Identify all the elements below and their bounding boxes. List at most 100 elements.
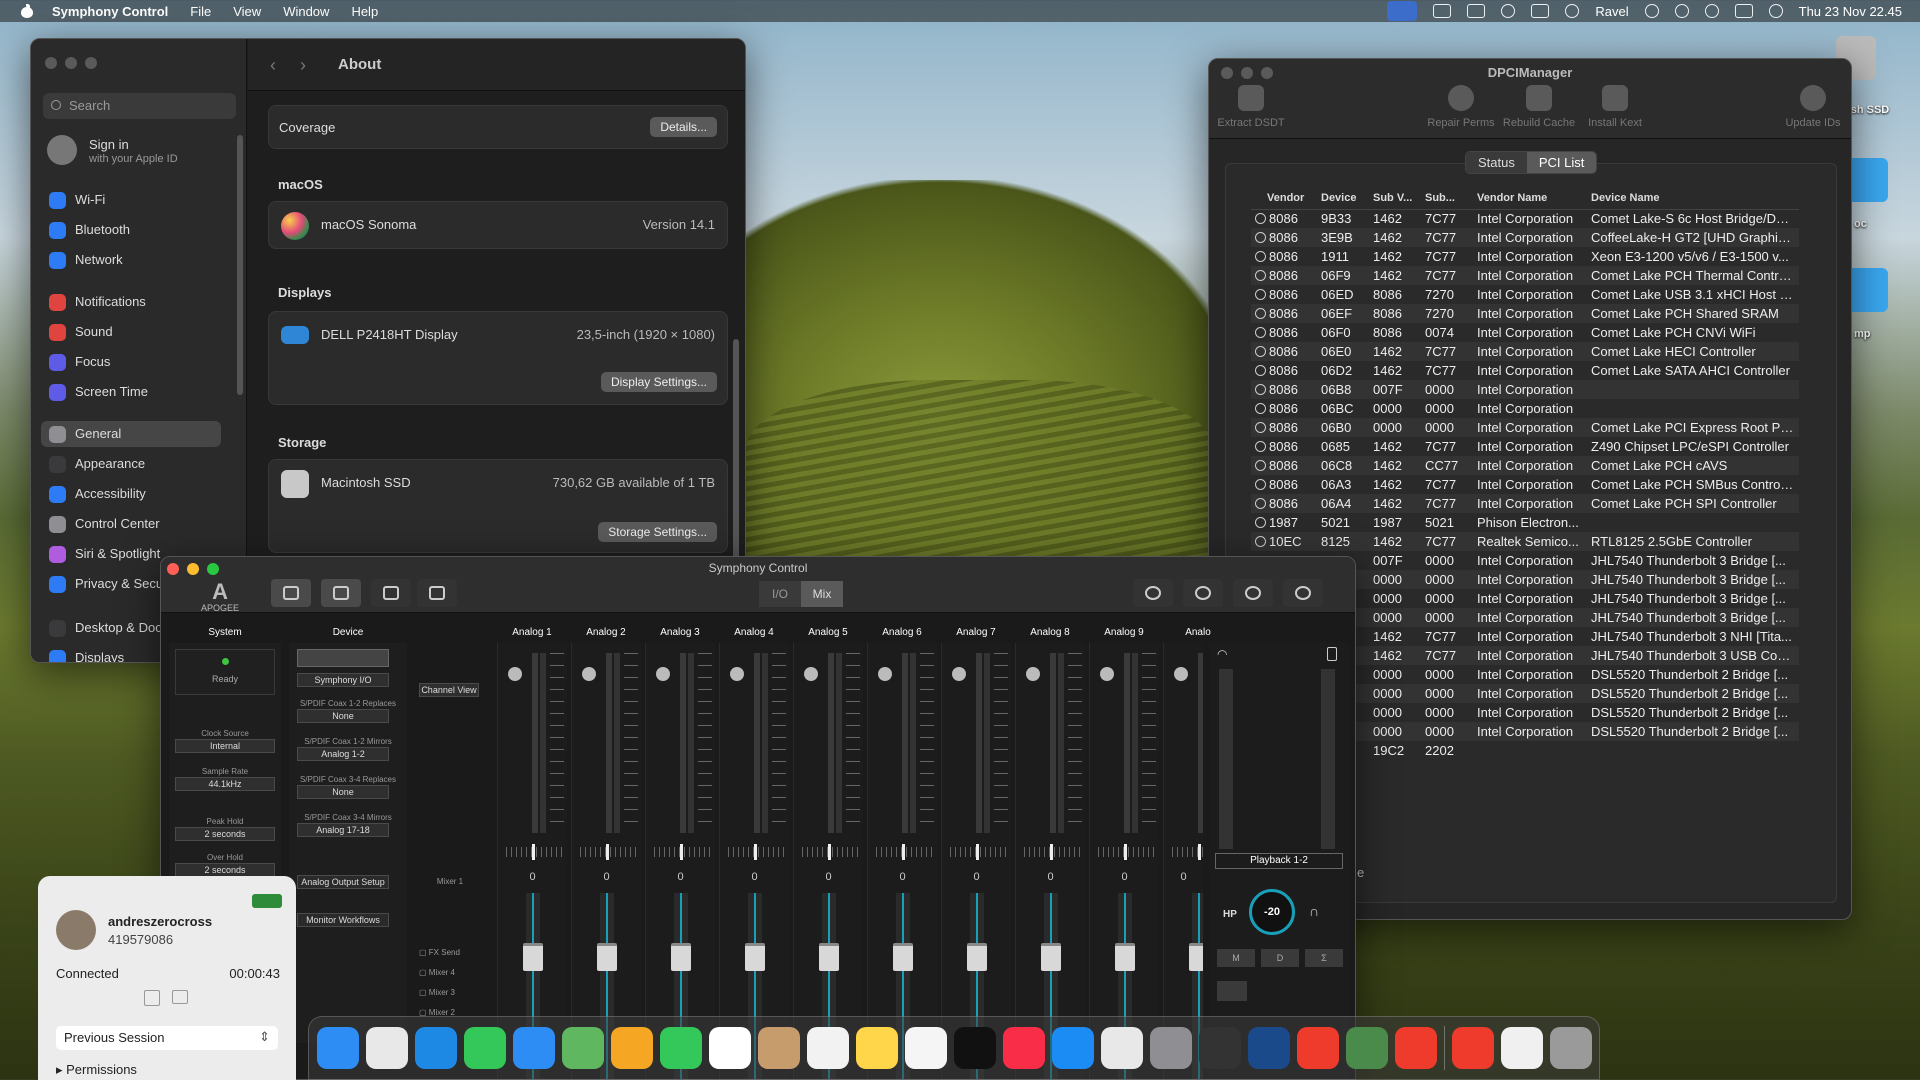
music-icon[interactable] [1003,1027,1045,1069]
sidebar-icon[interactable] [1467,4,1486,18]
sidebar-item-accessibility[interactable]: Accessibility [41,481,221,507]
extract-dsdt-button[interactable]: Extract DSDT [1211,85,1291,129]
folder-icon[interactable] [1848,268,1888,312]
messages-icon[interactable] [464,1027,506,1069]
cast-icon[interactable] [1531,4,1550,18]
device-view-button[interactable] [321,579,361,607]
table-row[interactable]: 8086 06F0 8086 0074 Intel Corporation Comet L… [1251,323,1799,342]
chat-icon[interactable] [172,990,188,1004]
wifi-icon[interactable] [1674,4,1689,18]
table-row[interactable]: 8086 06A4 1462 7C77 Intel Corporation Comet L… [1251,494,1799,513]
pan-slider[interactable] [950,844,1006,860]
table-row[interactable]: 8086 06C8 1462 CC77 Intel Corporation Comet L… [1251,456,1799,475]
document-icon[interactable] [1501,1027,1543,1069]
gain-knob-icon[interactable] [878,667,892,681]
window-controls[interactable] [45,57,97,69]
monitor-workflows-button[interactable]: Monitor Workflows [297,913,389,927]
pan-slider[interactable] [580,844,636,860]
mix-button[interactable]: Mix [801,581,843,607]
menu-clock[interactable]: Thu 23 Nov 22.45 [1799,4,1902,19]
table-row[interactable]: 8086 06D2 1462 7C77 Intel Corporation Comet L… [1251,361,1799,380]
tab-status[interactable]: Status [1466,152,1527,173]
speaker-button[interactable] [1233,579,1273,607]
permissions-disclosure[interactable]: ▸ Permissions [56,1062,137,1078]
analog-output-setup-button[interactable]: Analog Output Setup [297,875,389,889]
fader-cap[interactable] [597,943,617,971]
hp-volume-knob[interactable]: -20 [1249,889,1295,935]
menu-help[interactable]: Help [351,4,378,19]
file-transfer-icon[interactable] [144,990,160,1006]
channel-view-button[interactable]: Channel View [419,683,479,697]
menu-user[interactable]: Ravel [1595,4,1628,19]
repair-perms-button[interactable]: Repair Perms [1421,85,1501,129]
forward-chevron-icon[interactable]: › [300,55,306,76]
sidebar-item-notifications[interactable]: Notifications [41,289,221,315]
photos-icon[interactable] [611,1027,653,1069]
mute-button[interactable]: M [1217,949,1255,967]
table-row[interactable]: 8086 06B8 007F 0000 Intel Corporation [1251,380,1799,399]
gain-knob-icon[interactable] [730,667,744,681]
pci-column-header[interactable]: Device [1317,187,1369,210]
pci-column-header[interactable]: Vendor Name [1473,187,1587,210]
help-button[interactable] [1283,579,1323,607]
pan-slider[interactable] [506,844,562,860]
pci-column-header[interactable]: Device Name [1587,187,1799,210]
settings-search-input[interactable]: Search [43,93,236,119]
details-button[interactable]: Details... [650,117,717,137]
maps-icon[interactable] [562,1027,604,1069]
apple-icon[interactable] [20,4,34,18]
app-store-icon[interactable] [1052,1027,1094,1069]
facetime-icon[interactable] [660,1027,702,1069]
rebuild-cache-button[interactable]: Rebuild Cache [1499,85,1579,129]
system-settings-icon[interactable] [1150,1027,1192,1069]
xcode-icon[interactable] [1248,1027,1290,1069]
apple-tv-icon[interactable] [954,1027,996,1069]
sidebar-item-wi-fi[interactable]: Wi-Fi [41,187,221,213]
fader-cap[interactable] [967,943,987,971]
table-row[interactable]: 8086 9B33 1462 7C77 Intel Corporation Comet L… [1251,209,1799,228]
table-row[interactable]: 10EC 8125 1462 7C77 Realtek Semico... RTL8125… [1251,532,1799,551]
anydesk-alt-icon[interactable] [1395,1027,1437,1069]
fader-cap[interactable] [893,943,913,971]
activity-icon[interactable] [1433,4,1452,18]
volume-icon[interactable] [1565,4,1580,18]
contacts-icon[interactable] [758,1027,800,1069]
dpcimanager-icon[interactable] [1346,1027,1388,1069]
gain-knob-icon[interactable] [1174,667,1188,681]
over-hold-select[interactable]: 2 seconds [175,863,275,877]
pan-slider[interactable] [1172,844,1203,860]
clock-source-select[interactable]: Internal [175,739,275,753]
table-row[interactable]: 8086 06A3 1462 7C77 Intel Corporation Comet L… [1251,475,1799,494]
folder-icon[interactable] [1848,158,1888,202]
table-row[interactable]: 8086 06F9 1462 7C77 Intel Corporation Comet L… [1251,266,1799,285]
launchpad-icon[interactable] [366,1027,408,1069]
gain-knob-icon[interactable] [582,667,596,681]
update-ids-button[interactable]: Update IDs [1773,85,1851,129]
spdif3-select[interactable]: None [297,785,389,799]
safari-icon[interactable] [415,1027,457,1069]
siri-icon[interactable] [1768,4,1783,18]
io-button[interactable]: I/O [759,581,801,607]
chrome-icon[interactable] [1101,1027,1143,1069]
table-row[interactable]: 8086 06E0 1462 7C77 Intel Corporation Comet L… [1251,342,1799,361]
symphony-control-icon[interactable] [1199,1027,1241,1069]
storage-settings-button[interactable]: Storage Settings... [598,522,717,542]
send-mixer4[interactable]: ▢ Mixer 4 [419,963,460,983]
pci-column-header[interactable]: Sub... [1421,187,1473,210]
tab-pci-list[interactable]: PCI List [1526,152,1597,173]
table-row[interactable]: 8086 1911 1462 7C77 Intel Corporation Xeon E3… [1251,247,1799,266]
control-center-icon[interactable] [1734,4,1753,18]
routing-button[interactable] [371,579,411,607]
sidebar-item-sound[interactable]: Sound [41,319,221,345]
sidebar-item-screen-time[interactable]: Screen Time [41,379,221,405]
pan-slider[interactable] [1024,844,1080,860]
mic-button[interactable] [1183,579,1223,607]
anydesk-recent-icon[interactable] [1452,1027,1494,1069]
gain-knob-icon[interactable] [656,667,670,681]
fader-cap[interactable] [1189,943,1203,971]
install-kext-button[interactable]: Install Kext [1575,85,1655,129]
back-chevron-icon[interactable]: ‹ [270,55,276,76]
fader-cap[interactable] [1041,943,1061,971]
sidebar-item-appearance[interactable]: Appearance [41,451,221,477]
finder-icon[interactable] [317,1027,359,1069]
